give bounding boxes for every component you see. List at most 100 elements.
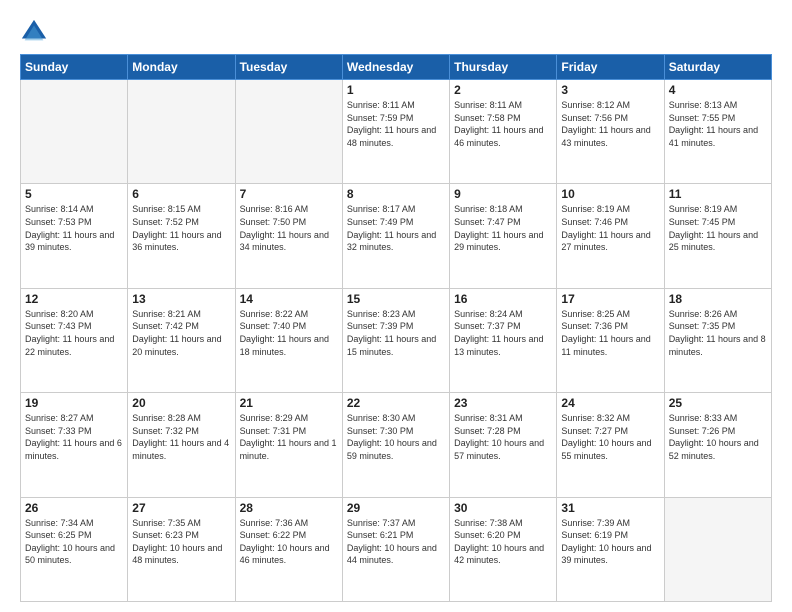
- day-number: 28: [240, 501, 338, 515]
- day-number: 31: [561, 501, 659, 515]
- day-cell: 6 Sunrise: 8:15 AM Sunset: 7:52 PM Daylig…: [128, 184, 235, 288]
- day-cell: 24 Sunrise: 8:32 AM Sunset: 7:27 PM Dayli…: [557, 393, 664, 497]
- day-number: 6: [132, 187, 230, 201]
- day-info: Sunrise: 8:26 AM Sunset: 7:35 PM Dayligh…: [669, 309, 766, 357]
- week-row-2: 12 Sunrise: 8:20 AM Sunset: 7:43 PM Dayli…: [21, 288, 772, 392]
- day-info: Sunrise: 8:14 AM Sunset: 7:53 PM Dayligh…: [25, 204, 114, 252]
- day-cell: 11 Sunrise: 8:19 AM Sunset: 7:45 PM Dayli…: [664, 184, 771, 288]
- day-cell: 7 Sunrise: 8:16 AM Sunset: 7:50 PM Daylig…: [235, 184, 342, 288]
- day-number: 4: [669, 83, 767, 97]
- day-cell: 20Sunrise: 8:28 AM Sunset: 7:32 PM Dayli…: [128, 393, 235, 497]
- day-cell: 19 Sunrise: 8:27 AM Sunset: 7:33 PM Dayli…: [21, 393, 128, 497]
- day-info: Sunrise: 8:25 AM Sunset: 7:36 PM Dayligh…: [561, 309, 650, 357]
- day-cell: 2 Sunrise: 8:11 AM Sunset: 7:58 PM Daylig…: [450, 80, 557, 184]
- day-number: 27: [132, 501, 230, 515]
- calendar-header-row: SundayMondayTuesdayWednesdayThursdayFrid…: [21, 55, 772, 80]
- day-number: 14: [240, 292, 338, 306]
- day-number: 19: [25, 396, 123, 410]
- day-cell: 26 Sunrise: 7:34 AM Sunset: 6:25 PM Dayli…: [21, 497, 128, 601]
- day-number: 18: [669, 292, 767, 306]
- day-number: 23: [454, 396, 552, 410]
- day-cell: 16Sunrise: 8:24 AM Sunset: 7:37 PM Dayli…: [450, 288, 557, 392]
- day-info: Sunrise: 7:34 AM Sunset: 6:25 PM Dayligh…: [25, 518, 115, 566]
- day-number: 11: [669, 187, 767, 201]
- day-info: Sunrise: 8:31 AM Sunset: 7:28 PM Dayligh…: [454, 413, 544, 461]
- day-number: 7: [240, 187, 338, 201]
- week-row-1: 5 Sunrise: 8:14 AM Sunset: 7:53 PM Daylig…: [21, 184, 772, 288]
- column-header-thursday: Thursday: [450, 55, 557, 80]
- day-number: 24: [561, 396, 659, 410]
- day-info: Sunrise: 8:30 AM Sunset: 7:30 PM Dayligh…: [347, 413, 437, 461]
- day-cell: 22 Sunrise: 8:30 AM Sunset: 7:30 PM Dayli…: [342, 393, 449, 497]
- day-number: 30: [454, 501, 552, 515]
- week-row-0: 1 Sunrise: 8:11 AM Sunset: 7:59 PM Daylig…: [21, 80, 772, 184]
- day-cell: [128, 80, 235, 184]
- day-number: 9: [454, 187, 552, 201]
- day-info: Sunrise: 7:38 AM Sunset: 6:20 PM Dayligh…: [454, 518, 544, 566]
- day-cell: 9 Sunrise: 8:18 AM Sunset: 7:47 PM Daylig…: [450, 184, 557, 288]
- day-number: 12: [25, 292, 123, 306]
- day-cell: 31 Sunrise: 7:39 AM Sunset: 6:19 PM Dayli…: [557, 497, 664, 601]
- day-number: 17: [561, 292, 659, 306]
- week-row-4: 26 Sunrise: 7:34 AM Sunset: 6:25 PM Dayli…: [21, 497, 772, 601]
- day-info: Sunrise: 8:12 AM Sunset: 7:56 PM Dayligh…: [561, 100, 650, 148]
- page: SundayMondayTuesdayWednesdayThursdayFrid…: [0, 0, 792, 612]
- day-number: 5: [25, 187, 123, 201]
- column-header-tuesday: Tuesday: [235, 55, 342, 80]
- column-header-sunday: Sunday: [21, 55, 128, 80]
- column-header-wednesday: Wednesday: [342, 55, 449, 80]
- day-info: Sunrise: 8:19 AM Sunset: 7:45 PM Dayligh…: [669, 204, 758, 252]
- day-cell: 14 Sunrise: 8:22 AM Sunset: 7:40 PM Dayli…: [235, 288, 342, 392]
- column-header-friday: Friday: [557, 55, 664, 80]
- day-cell: 5 Sunrise: 8:14 AM Sunset: 7:53 PM Daylig…: [21, 184, 128, 288]
- day-number: 25: [669, 396, 767, 410]
- day-info: Sunrise: 8:23 AM Sunset: 7:39 PM Dayligh…: [347, 309, 436, 357]
- day-cell: 21 Sunrise: 8:29 AM Sunset: 7:31 PM Dayli…: [235, 393, 342, 497]
- day-cell: 27 Sunrise: 7:35 AM Sunset: 6:23 PM Dayli…: [128, 497, 235, 601]
- day-info: Sunrise: 8:11 AM Sunset: 7:58 PM Dayligh…: [454, 100, 543, 148]
- day-cell: 23 Sunrise: 8:31 AM Sunset: 7:28 PM Dayli…: [450, 393, 557, 497]
- day-info: Sunrise: 8:21 AM Sunset: 7:42 PM Dayligh…: [132, 309, 221, 357]
- day-number: 1: [347, 83, 445, 97]
- day-cell: 1 Sunrise: 8:11 AM Sunset: 7:59 PM Daylig…: [342, 80, 449, 184]
- day-cell: 8 Sunrise: 8:17 AM Sunset: 7:49 PM Daylig…: [342, 184, 449, 288]
- day-number: 3: [561, 83, 659, 97]
- day-info: Sunrise: 8:27 AM Sunset: 7:33 PM Dayligh…: [25, 413, 122, 461]
- day-info: Sunrise: 8:24 AM Sunset: 7:37 PM Dayligh…: [454, 309, 543, 357]
- day-cell: 18 Sunrise: 8:26 AM Sunset: 7:35 PM Dayli…: [664, 288, 771, 392]
- day-info: Sunrise: 8:18 AM Sunset: 7:47 PM Dayligh…: [454, 204, 543, 252]
- day-info: Sunrise: 7:39 AM Sunset: 6:19 PM Dayligh…: [561, 518, 651, 566]
- day-cell: [21, 80, 128, 184]
- day-info: Sunrise: 8:19 AM Sunset: 7:46 PM Dayligh…: [561, 204, 650, 252]
- logo: [20, 18, 52, 46]
- day-info: Sunrise: 8:22 AM Sunset: 7:40 PM Dayligh…: [240, 309, 329, 357]
- day-cell: [235, 80, 342, 184]
- day-number: 2: [454, 83, 552, 97]
- day-info: Sunrise: 8:16 AM Sunset: 7:50 PM Dayligh…: [240, 204, 329, 252]
- day-info: Sunrise: 8:28 AM Sunset: 7:32 PM Dayligh…: [132, 413, 229, 461]
- day-number: 8: [347, 187, 445, 201]
- day-cell: 25Sunrise: 8:33 AM Sunset: 7:26 PM Dayli…: [664, 393, 771, 497]
- day-info: Sunrise: 8:32 AM Sunset: 7:27 PM Dayligh…: [561, 413, 651, 461]
- day-info: Sunrise: 7:35 AM Sunset: 6:23 PM Dayligh…: [132, 518, 222, 566]
- day-cell: 17 Sunrise: 8:25 AM Sunset: 7:36 PM Dayli…: [557, 288, 664, 392]
- header: [20, 18, 772, 46]
- day-info: Sunrise: 8:20 AM Sunset: 7:43 PM Dayligh…: [25, 309, 114, 357]
- day-cell: 30 Sunrise: 7:38 AM Sunset: 6:20 PM Dayli…: [450, 497, 557, 601]
- day-cell: 13Sunrise: 8:21 AM Sunset: 7:42 PM Dayli…: [128, 288, 235, 392]
- day-number: 26: [25, 501, 123, 515]
- day-info: Sunrise: 8:13 AM Sunset: 7:55 PM Dayligh…: [669, 100, 758, 148]
- day-number: 21: [240, 396, 338, 410]
- day-cell: [664, 497, 771, 601]
- day-cell: 15Sunrise: 8:23 AM Sunset: 7:39 PM Dayli…: [342, 288, 449, 392]
- day-info: Sunrise: 7:36 AM Sunset: 6:22 PM Dayligh…: [240, 518, 330, 566]
- day-info: Sunrise: 8:29 AM Sunset: 7:31 PM Dayligh…: [240, 413, 337, 461]
- day-info: Sunrise: 8:11 AM Sunset: 7:59 PM Dayligh…: [347, 100, 436, 148]
- day-number: 29: [347, 501, 445, 515]
- column-header-monday: Monday: [128, 55, 235, 80]
- day-info: Sunrise: 8:17 AM Sunset: 7:49 PM Dayligh…: [347, 204, 436, 252]
- day-number: 22: [347, 396, 445, 410]
- day-number: 10: [561, 187, 659, 201]
- day-info: Sunrise: 8:15 AM Sunset: 7:52 PM Dayligh…: [132, 204, 221, 252]
- logo-icon: [20, 18, 48, 46]
